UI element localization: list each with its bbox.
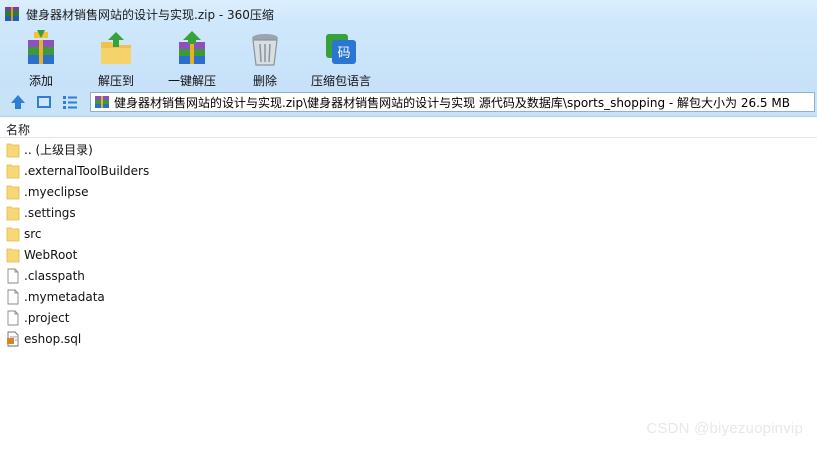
item-name: .. (上级目录) xyxy=(24,143,93,157)
item-name: .classpath xyxy=(24,268,85,283)
archive-language-label: 压缩包语言 xyxy=(310,74,371,88)
item-name: .externalToolBuilders xyxy=(24,163,150,178)
list-item[interactable]: .myeclipse xyxy=(0,181,149,202)
list-item[interactable]: .settings xyxy=(0,202,149,223)
item-name: WebRoot xyxy=(24,247,78,262)
file-icon xyxy=(7,268,19,283)
file-list: 名称 .. (上级目录) .externalToolBuilders .myec… xyxy=(0,117,817,450)
folder-icon xyxy=(6,164,20,178)
list-item[interactable]: .mymetadata xyxy=(0,286,149,307)
extract-to-button[interactable]: 解压到 xyxy=(84,30,148,88)
list-item[interactable]: src xyxy=(0,223,149,244)
rows-container: .. (上级目录) .externalToolBuilders .myeclip… xyxy=(0,139,149,349)
watermark-text: CSDN @biyezuopinvip xyxy=(646,420,803,437)
add-button[interactable]: 添加 xyxy=(9,30,73,88)
list-item[interactable]: eshop.sql xyxy=(0,328,149,349)
add-archive-icon xyxy=(28,30,54,64)
item-name: .settings xyxy=(24,205,76,220)
window-title: 健身器材销售网站的设计与实现.zip - 360压缩 xyxy=(26,7,274,22)
add-label: 添加 xyxy=(28,74,53,88)
one-click-extract-icon xyxy=(179,31,205,64)
sql-file-icon xyxy=(7,331,19,346)
extract-to-icon xyxy=(101,32,131,64)
list-item[interactable]: WebRoot xyxy=(0,244,149,265)
delete-label: 删除 xyxy=(252,74,277,88)
large-icon-view-icon[interactable] xyxy=(35,93,53,111)
item-name: src xyxy=(24,226,42,241)
winrar-app-icon xyxy=(5,7,19,21)
title-bar: 健身器材销售网站的设计与实现.zip - 360压缩 xyxy=(0,0,817,28)
item-name: .project xyxy=(24,310,70,325)
extract-to-label: 解压到 xyxy=(97,74,134,88)
item-name: eshop.sql xyxy=(24,331,82,346)
list-view-icon[interactable] xyxy=(61,93,79,111)
folder-icon xyxy=(6,206,20,220)
archive-language-button[interactable]: 码 压缩包语言 xyxy=(308,30,374,88)
archive-language-icon: 码 xyxy=(326,34,356,64)
folder-icon xyxy=(6,248,20,262)
item-name: .myeclipse xyxy=(24,184,89,199)
toolbar: 添加 解压到 一键解压 删除 码 压缩包语言 xyxy=(0,28,817,88)
item-name: .mymetadata xyxy=(24,289,105,304)
list-item[interactable]: .project xyxy=(0,307,149,328)
path-field[interactable]: 健身器材销售网站的设计与实现.zip\健身器材销售网站的设计与实现 源代码及数据… xyxy=(90,92,815,112)
path-text: 健身器材销售网站的设计与实现.zip\健身器材销售网站的设计与实现 源代码及数据… xyxy=(114,95,790,110)
address-bar: 健身器材销售网站的设计与实现.zip\健身器材销售网站的设计与实现 源代码及数据… xyxy=(0,88,817,117)
column-name-header[interactable]: 名称 xyxy=(6,121,30,138)
list-item[interactable]: .. (上级目录) xyxy=(0,139,149,160)
list-item[interactable]: .classpath xyxy=(0,265,149,286)
svg-text:码: 码 xyxy=(337,46,350,61)
column-header: 名称 xyxy=(0,117,817,138)
folder-icon xyxy=(6,185,20,199)
list-item[interactable]: .externalToolBuilders xyxy=(0,160,149,181)
file-icon xyxy=(7,289,19,304)
up-arrow-icon[interactable] xyxy=(9,93,27,111)
one-click-extract-label: 一键解压 xyxy=(167,74,216,88)
file-icon xyxy=(7,310,19,325)
one-click-extract-button[interactable]: 一键解压 xyxy=(160,30,224,88)
archive-icon xyxy=(95,96,109,108)
delete-button[interactable]: 删除 xyxy=(233,30,297,88)
folder-icon xyxy=(6,227,20,241)
trash-icon xyxy=(252,34,278,66)
folder-icon xyxy=(6,143,20,157)
